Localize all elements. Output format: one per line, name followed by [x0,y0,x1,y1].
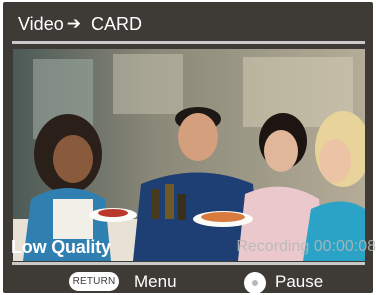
camera-feed-image [13,49,365,261]
pause-label: Pause [275,272,324,291]
destination-label: CARD [90,13,142,34]
return-button[interactable]: RETURN [69,272,119,291]
bottom-divider [12,262,365,265]
control-hints: RETURN Menu Pause [0,268,376,294]
breadcrumb: Video ➔ CARD [18,10,142,38]
right-arrow-icon: ➔ [66,14,81,33]
menu-label: Menu [134,272,177,291]
quality-label: Low Quality [11,237,111,257]
recording-timer: Recording 00:00:08 [236,238,376,255]
circle-button-icon[interactable] [244,272,266,294]
source-label: Video [18,13,64,34]
video-preview [13,49,365,261]
top-divider [12,41,365,44]
